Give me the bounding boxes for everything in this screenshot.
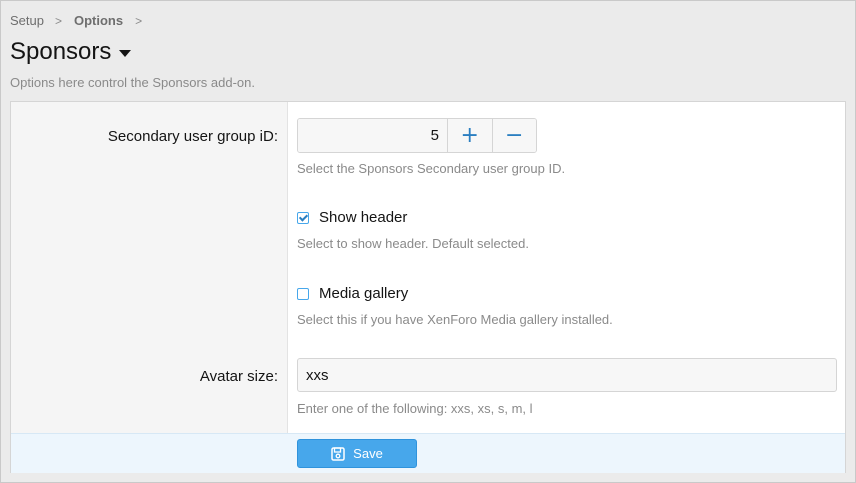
label-column: Secondary user group iD: Avatar size:	[11, 102, 288, 433]
page-title: Sponsors	[10, 38, 112, 65]
avatar-size-input[interactable]	[297, 358, 837, 392]
title-row[interactable]: Sponsors	[10, 37, 132, 67]
media-gallery-hint: Select this if you have XenForo Media ga…	[297, 312, 613, 327]
secondary-group-label: Secondary user group iD:	[107, 128, 278, 145]
media-gallery-checkbox[interactable]	[297, 287, 309, 300]
show-header-option[interactable]: Show header	[297, 209, 407, 226]
secondary-group-hint: Select the Sponsors Secondary user group…	[297, 161, 566, 176]
show-header-label[interactable]: Show header	[319, 209, 407, 226]
form-footer: Save	[11, 433, 845, 473]
avatar-size-hint: Enter one of the following: xxs, xs, s, …	[297, 401, 533, 416]
save-icon	[331, 446, 345, 461]
caret-down-icon[interactable]	[119, 50, 132, 57]
show-header-hint: Select to show header. Default selected.	[297, 236, 529, 251]
media-gallery-label[interactable]: Media gallery	[319, 285, 408, 302]
breadcrumb-item-options[interactable]: Options	[74, 13, 123, 28]
decrement-button[interactable]: −	[492, 119, 536, 152]
secondary-group-input[interactable]	[298, 119, 448, 152]
secondary-group-stepper: + −	[297, 118, 537, 153]
save-button-label: Save	[353, 446, 383, 461]
media-gallery-option[interactable]: Media gallery	[297, 285, 408, 302]
breadcrumb: Setup > Options >	[10, 13, 154, 28]
save-button[interactable]: Save	[297, 439, 417, 468]
breadcrumb-item-setup[interactable]: Setup	[10, 13, 44, 28]
options-form: Secondary user group iD: Avatar size: + …	[10, 101, 846, 473]
show-header-checkbox[interactable]	[297, 211, 309, 224]
breadcrumb-separator-icon: >	[54, 13, 62, 28]
increment-button[interactable]: +	[448, 119, 493, 152]
page-description: Options here control the Sponsors add-on…	[10, 75, 255, 90]
page-frame: Setup > Options > Sponsors Options here …	[0, 0, 856, 483]
breadcrumb-separator-icon: >	[135, 13, 143, 28]
avatar-size-label: Avatar size:	[199, 368, 278, 385]
